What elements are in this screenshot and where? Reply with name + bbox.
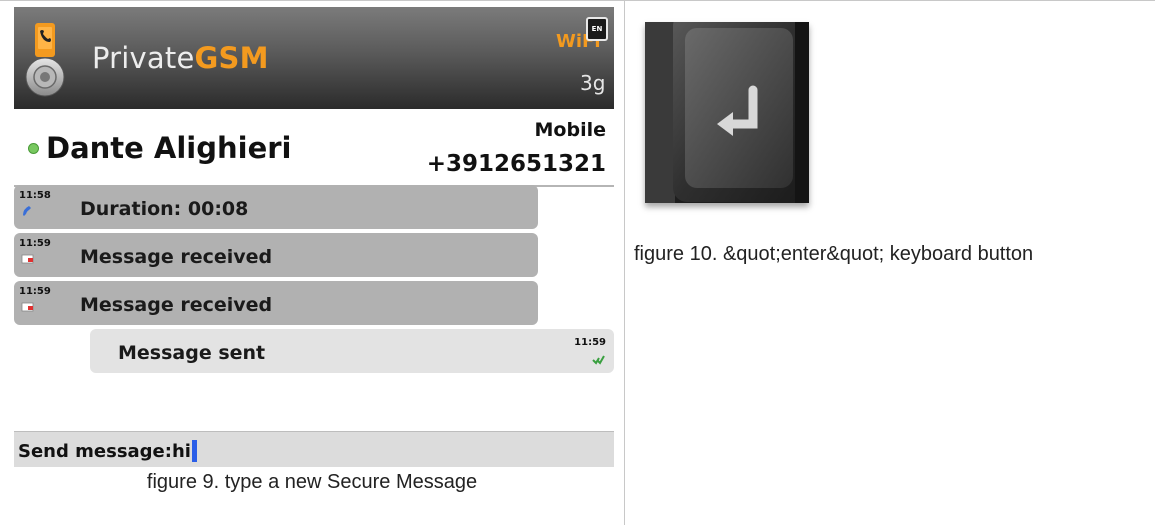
app-title-prefix: Private	[92, 41, 195, 75]
message-received-icon	[21, 254, 34, 264]
table-top-rule	[0, 0, 1155, 1]
message-time: 11:59	[19, 286, 51, 297]
contact-phone-number: +3912651321	[426, 151, 606, 177]
message-text: Message received	[80, 246, 273, 268]
figure-9-caption: figure 9. type a new Secure Message	[146, 471, 478, 493]
message-time: 11:59	[19, 238, 51, 249]
compose-bar[interactable]: Send message:hi	[14, 431, 614, 467]
contact-phone-type: Mobile	[534, 119, 606, 141]
contact-name: Dante Alighieri	[46, 131, 292, 165]
message-item[interactable]: 11:58 Duration: 00:08	[14, 185, 538, 229]
message-item[interactable]: 11:59 Message received	[14, 233, 538, 277]
app-title: PrivateGSM	[92, 41, 269, 75]
message-time: 11:58	[19, 190, 51, 201]
phone-handset-logo-icon	[25, 23, 65, 97]
language-badge[interactable]: EN	[586, 17, 608, 41]
compose-label: Send message:	[18, 441, 172, 462]
text-caret	[191, 440, 197, 462]
network-indicator: 3g	[580, 71, 606, 95]
message-item[interactable]: Message sent 11:59	[90, 329, 614, 373]
app-header: PrivateGSM WiFi EN 3g	[14, 7, 614, 109]
app-title-accent: GSM	[194, 41, 269, 75]
message-time: 11:59	[574, 337, 606, 348]
message-text: Message received	[80, 294, 273, 316]
table-column-divider	[624, 0, 625, 525]
contact-bar[interactable]: Dante Alighieri Mobile +3912651321	[14, 109, 614, 187]
online-status-icon	[28, 143, 39, 154]
message-sent-check-icon	[592, 355, 605, 365]
call-icon	[23, 206, 31, 216]
figure-10-caption: figure 10. &quot;enter&quot; keyboard bu…	[634, 243, 1034, 265]
enter-key-photo	[645, 22, 809, 203]
message-received-icon	[21, 302, 34, 312]
compose-value[interactable]: hi	[172, 441, 191, 462]
compose-input[interactable]: Send message:hi	[18, 440, 197, 462]
document-table: PrivateGSM WiFi EN 3g Dante Alighieri Mo…	[0, 0, 1155, 525]
privategsm-screenshot: PrivateGSM WiFi EN 3g Dante Alighieri Mo…	[14, 7, 614, 467]
message-text: Duration: 00:08	[80, 198, 249, 220]
message-text: Message sent	[118, 342, 266, 364]
message-item[interactable]: 11:59 Message received	[14, 281, 538, 325]
